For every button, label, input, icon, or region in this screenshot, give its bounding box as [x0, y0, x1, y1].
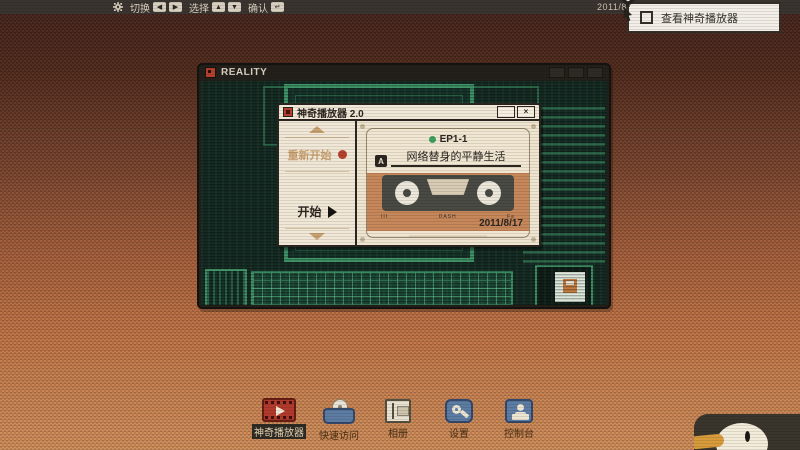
screw-icon	[360, 237, 365, 242]
track-title: 网络替身的平静生活	[391, 148, 521, 167]
context-menu: 查看神奇播放器	[627, 2, 781, 33]
player-app-icon	[283, 107, 293, 117]
view-player-checkbox[interactable]	[640, 11, 653, 24]
status-dot-icon	[429, 136, 436, 143]
player-window: 神奇播放器 2.0 × 重新开始 开始	[277, 103, 541, 247]
cassette-panel: EP1-1 A 网络替身的平静生活 III	[366, 128, 530, 238]
episode-label: EP1-1	[440, 134, 468, 145]
icon-label: 快速访问	[319, 427, 359, 442]
tape-mark: III	[381, 214, 388, 220]
minimize-button[interactable]	[497, 106, 515, 118]
start-label: 开始	[297, 203, 321, 220]
duck-eye	[745, 431, 750, 442]
hint-confirm-label: 确认	[248, 0, 268, 15]
photo-album-icon	[385, 399, 411, 423]
icon-label: 相册	[388, 425, 408, 440]
view-player-label[interactable]: 查看神奇播放器	[661, 10, 738, 26]
tape-label-band: III DASH Fe 2011/8/17	[367, 173, 529, 231]
player-titlebar: 神奇播放器 2.0 ×	[279, 105, 539, 121]
close-button[interactable]: ×	[517, 106, 535, 118]
desktop-icon-console[interactable]: 控制台	[483, 399, 555, 440]
restart-label: 重新开始	[288, 147, 332, 163]
record-dot-icon	[338, 150, 347, 159]
mouse-cursor-icon	[617, 0, 639, 25]
corner-duck	[694, 414, 800, 450]
console-icon	[505, 399, 533, 423]
tape-reel-icon	[395, 181, 419, 205]
player-menu: 重新开始 开始	[279, 121, 357, 245]
hint-switch: 切换 ◀ ▶	[130, 0, 182, 15]
reality-app-icon	[205, 67, 216, 78]
quick-access-icon	[323, 399, 355, 425]
player-window-buttons: ×	[497, 106, 535, 118]
chevron-up-icon[interactable]	[309, 126, 325, 133]
screw-icon	[360, 124, 365, 129]
down-key-icon: ▼	[228, 2, 241, 12]
play-icon	[328, 206, 337, 218]
window-button[interactable]	[587, 67, 603, 78]
restart-button[interactable]: 重新开始	[279, 138, 355, 171]
chevron-down-icon[interactable]	[309, 233, 325, 240]
window-button[interactable]	[549, 67, 565, 78]
right-bumper-key-icon: ▶	[169, 2, 182, 12]
hint-confirm: 确认 ↵	[248, 0, 284, 15]
window-button[interactable]	[568, 67, 584, 78]
hint-select: 选择 ▲ ▼	[189, 0, 241, 15]
tape-mark: DASH	[439, 214, 457, 220]
icon-label: 神奇播放器	[252, 424, 306, 439]
icon-label: 设置	[449, 425, 469, 440]
media-player-icon	[262, 398, 296, 422]
side-a-icon: A	[375, 155, 387, 167]
left-bumper-key-icon: ◀	[153, 2, 166, 12]
duck-head	[716, 423, 768, 450]
enter-key-icon: ↵	[271, 2, 284, 12]
start-button[interactable]: 开始	[279, 195, 355, 228]
cassette-tape	[382, 175, 514, 211]
reality-title: REALITY	[221, 67, 267, 78]
icon-label: 控制台	[504, 425, 534, 440]
hint-switch-label: 切换	[130, 0, 150, 15]
gear-icon	[113, 2, 123, 12]
up-key-icon: ▲	[212, 2, 225, 12]
player-title: 神奇播放器 2.0	[297, 105, 364, 120]
settings-wrench-icon	[445, 399, 473, 423]
tape-reel-icon	[477, 181, 501, 205]
hint-select-label: 选择	[189, 0, 209, 15]
reality-titlebar: REALITY	[199, 65, 609, 79]
game-screen: 切换 ◀ ▶ 选择 ▲ ▼ 确认 ↵ 2011/8/17 REALITY	[0, 0, 800, 450]
screw-icon	[531, 124, 536, 129]
screw-icon	[531, 237, 536, 242]
reality-window-buttons	[549, 67, 603, 78]
cassette-display: EP1-1 A 网络替身的平静生活 III	[357, 121, 539, 245]
tape-date: 2011/8/17	[479, 218, 523, 229]
